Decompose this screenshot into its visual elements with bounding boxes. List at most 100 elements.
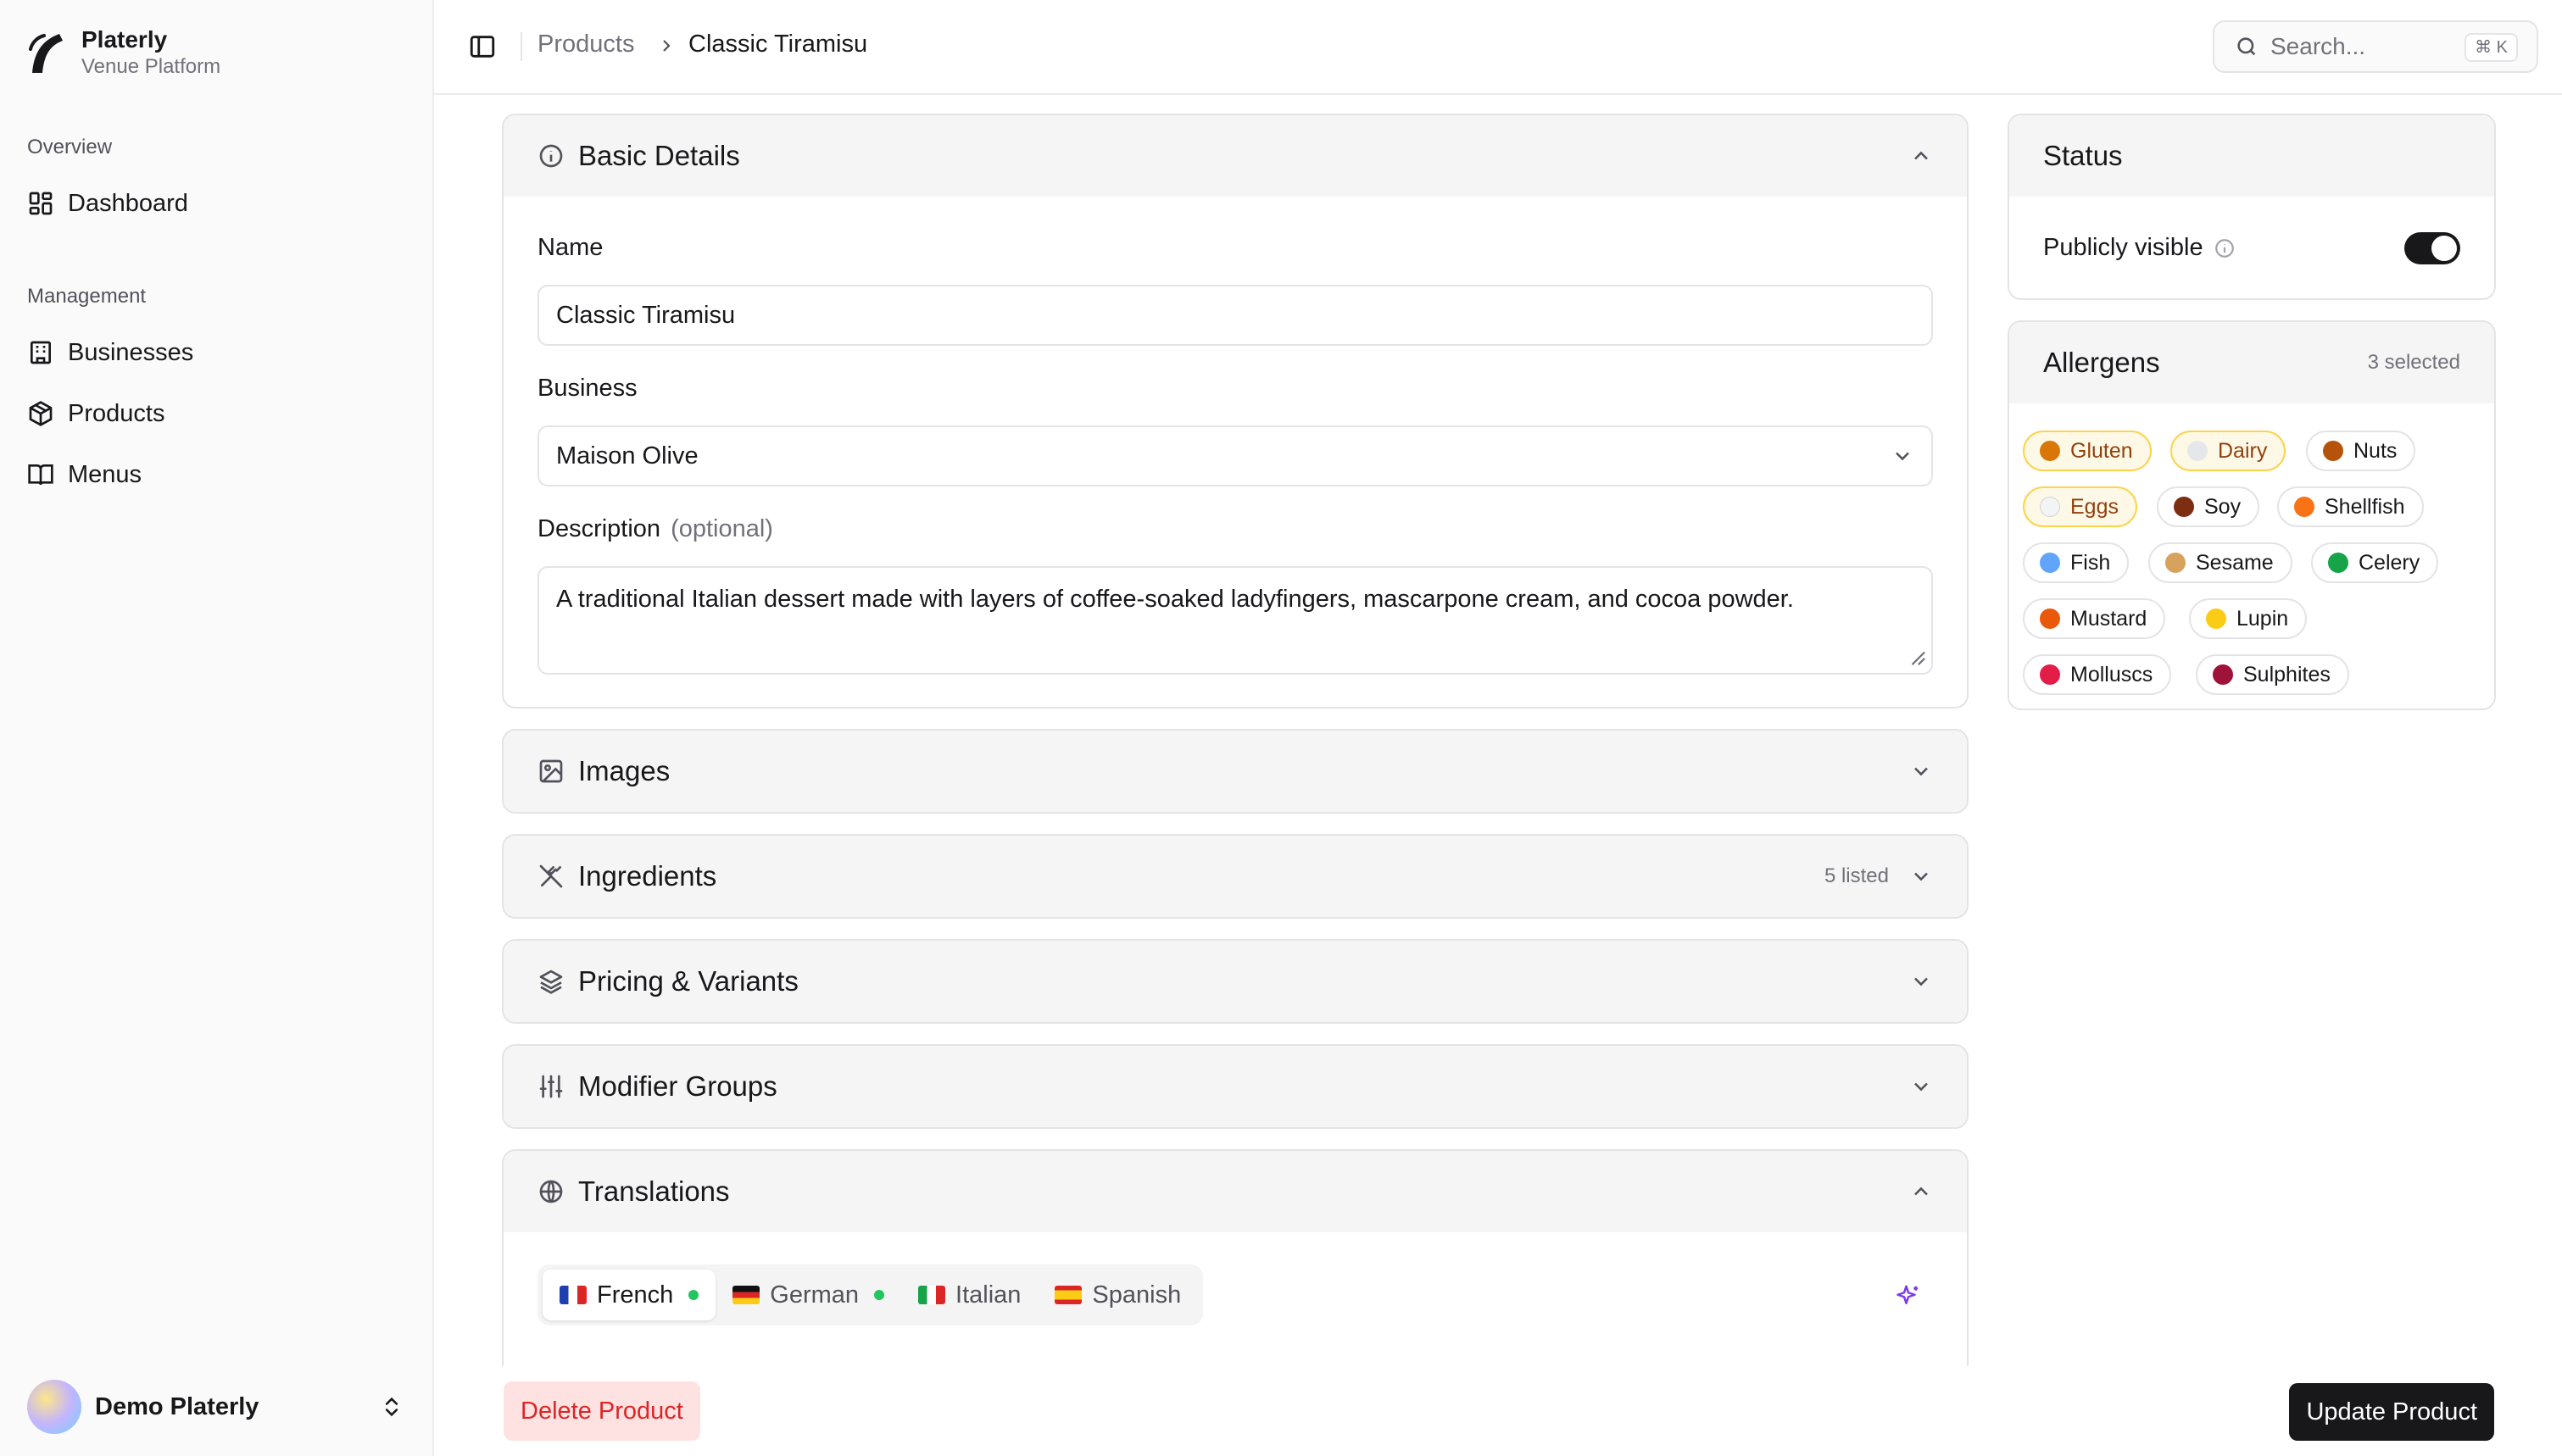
search-icon [2237,37,2256,56]
chip-label: Celery [2359,550,2420,575]
chip-label: Lupin [2236,606,2289,631]
sidebar-item-label: Menus [68,460,142,488]
description-label-text: Description [537,515,661,542]
allergen-chip-shellfish[interactable]: Shellfish [2277,486,2424,527]
sidebar-item-label: Dashboard [68,189,188,217]
sidebar-toggle-icon[interactable] [468,32,497,61]
description-optional: (optional) [671,515,773,542]
search-box[interactable]: ⌘ K [2213,20,2538,73]
sidebar-item-businesses[interactable]: Businesses [14,325,421,380]
package-icon [29,401,53,426]
tab-label: German [770,1281,860,1309]
ingredients-title: Ingredients [578,860,717,892]
tab-german[interactable]: German [716,1270,901,1320]
building-icon [31,341,51,364]
allergen-chip-fish[interactable]: Fish [2023,542,2130,583]
sidebar-item-products[interactable]: Products [14,386,421,441]
allergen-chip-lupin[interactable]: Lupin [2189,598,2308,639]
basic-details-title: Basic Details [578,140,740,171]
allergens-title: Allergens [2043,347,2160,378]
name-label: Name [537,234,604,261]
translations-header[interactable]: Translations [504,1151,1967,1232]
chevron-down-icon[interactable] [1909,759,1933,783]
allergen-chip-mustard[interactable]: Mustard [2023,598,2166,639]
info-icon[interactable] [2214,237,2236,259]
name-input[interactable] [537,285,1933,346]
sidebar: Platerly Venue Platform Overview Dashboa… [0,0,434,1456]
chip-label: Shellfish [2325,494,2405,519]
allergen-chip-sulphites[interactable]: Sulphites [2196,654,2349,695]
dashboard-icon [29,192,53,215]
wine-glass-icon [2213,664,2233,685]
utensils-crossed-icon [539,864,563,888]
action-bar [436,1366,2562,1456]
search-shortcut: ⌘ K [2465,33,2518,62]
brand[interactable]: Platerly Venue Platform [25,25,220,80]
chevron-up-icon[interactable] [1909,144,1933,168]
allergen-chip-soy[interactable]: Soy [2157,486,2260,527]
image-icon [539,759,563,783]
fish-icon [2040,553,2060,573]
resize-handle-icon[interactable] [1908,647,1926,666]
modifier-groups-card: Modifier Groups [502,1044,1969,1129]
translation-complete-dot [688,1290,699,1300]
pricing-header[interactable]: Pricing & Variants [504,941,1967,1022]
brand-name: Platerly [81,26,168,53]
tab-spanish[interactable]: Spanish [1038,1270,1198,1320]
topbar-divider [521,32,522,61]
basic-details-card: Basic Details Name Business Maison Olive… [502,114,1969,709]
user-menu[interactable]: Demo Platerly [14,1371,421,1442]
modifier-groups-header[interactable]: Modifier Groups [504,1046,1967,1127]
sesame-icon [2165,553,2186,573]
chip-label: Mustard [2070,606,2147,631]
tab-label: Italian [955,1281,1022,1309]
chevron-down-icon[interactable] [1909,1075,1933,1098]
allergen-chip-sesame[interactable]: Sesame [2148,542,2292,583]
basic-details-header[interactable]: Basic Details [504,115,1967,197]
sidebar-item-label: Businesses [68,338,194,366]
nav-group-management: Management [27,285,147,308]
milk-icon [2187,441,2208,461]
tab-italian[interactable]: Italian [901,1270,1038,1320]
update-product-button[interactable]: Update Product [2289,1383,2494,1441]
chip-label: Gluten [2070,438,2133,463]
language-tabs: French German Italian Spanish [537,1264,1204,1325]
allergen-chip-nuts[interactable]: Nuts [2306,431,2416,471]
pricing-card: Pricing & Variants [502,939,1969,1024]
status-header: Status [2009,115,2494,197]
sidebar-item-label: Products [68,399,165,427]
squid-icon [2040,664,2060,685]
allergen-chip-molluscs[interactable]: Molluscs [2023,654,2172,695]
nav-group-overview: Overview [27,136,113,158]
delete-product-button[interactable]: Delete Product [504,1381,700,1441]
chip-label: Eggs [2070,494,2119,519]
ingredients-card: Ingredients 5 listed [502,834,1969,919]
allergens-card: Allergens 3 selected Gluten Dairy Nuts E… [2008,320,2496,710]
chevron-down-icon[interactable] [1909,864,1933,888]
chip-label: Molluscs [2070,662,2153,686]
allergen-chip-eggs[interactable]: Eggs [2023,486,2137,527]
description-textarea[interactable]: A traditional Italian dessert made with … [537,566,1933,675]
translations-title: Translations [578,1175,730,1207]
tab-label: French [597,1281,674,1309]
business-select[interactable]: Maison Olive [537,425,1933,486]
sparkles-icon[interactable] [1896,1283,1921,1309]
search-input[interactable] [2270,33,2457,60]
tab-french[interactable]: French [543,1270,716,1320]
allergen-chip-dairy[interactable]: Dairy [2170,431,2286,471]
peanut-icon [2323,441,2343,461]
breadcrumb-products[interactable]: Products [537,31,634,58]
sidebar-item-menus[interactable]: Menus [14,447,421,502]
ingredients-header[interactable]: Ingredients 5 listed [504,836,1967,917]
tab-label: Spanish [1092,1281,1182,1309]
images-header[interactable]: Images [504,731,1967,812]
chevron-down-icon[interactable] [1909,970,1933,993]
sidebar-item-dashboard[interactable]: Dashboard [14,176,421,231]
flag-spain-icon [1055,1286,1083,1304]
chevron-up-icon[interactable] [1909,1180,1933,1203]
user-name: Demo Platerly [95,1392,259,1420]
visibility-toggle[interactable] [2404,232,2460,264]
allergen-chip-gluten[interactable]: Gluten [2023,431,2152,471]
allergen-chip-celery[interactable]: Celery [2311,542,2439,583]
visibility-label: Publicly visible [2043,234,2203,261]
